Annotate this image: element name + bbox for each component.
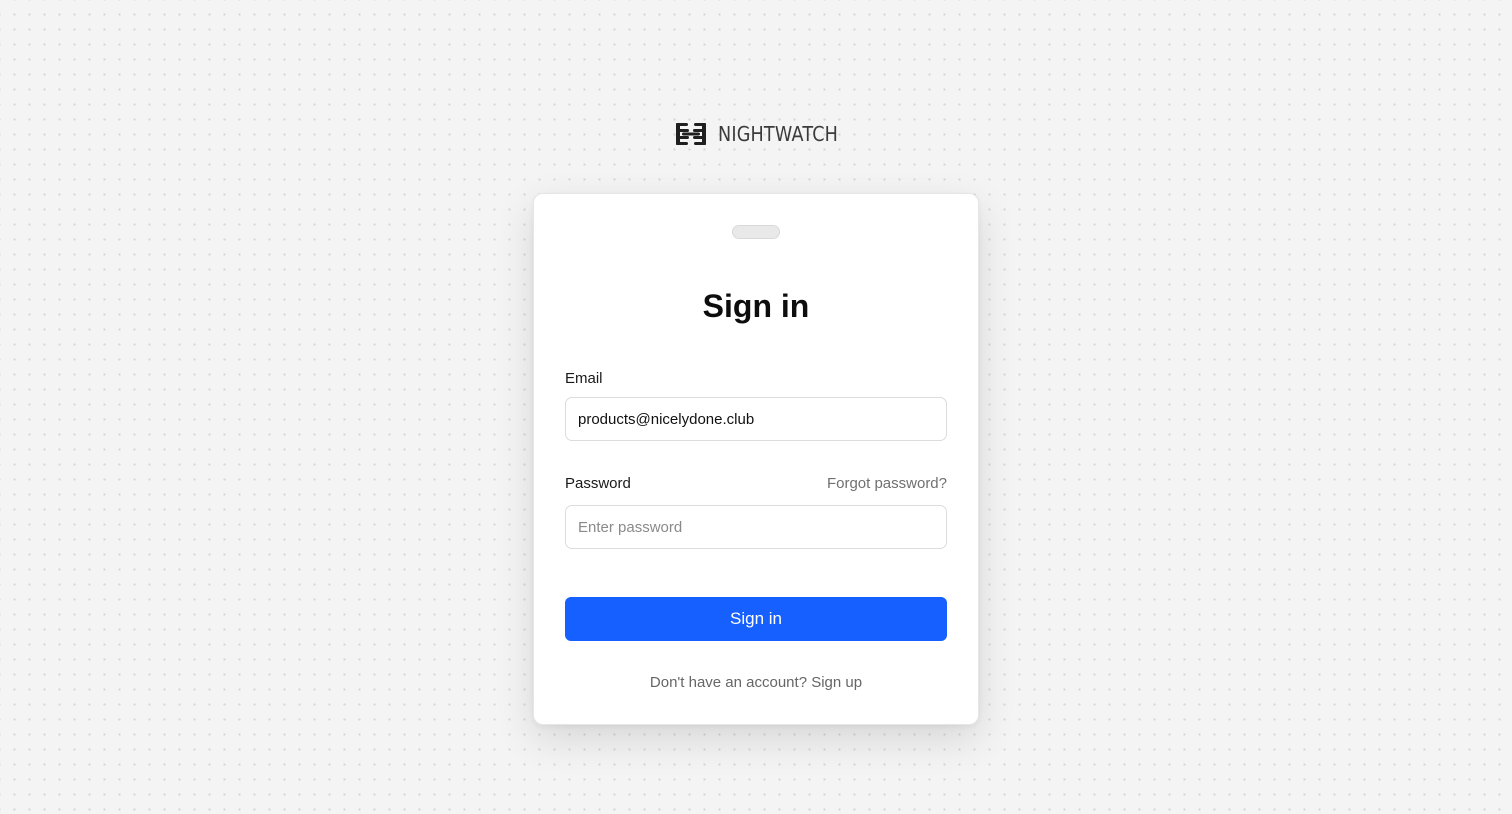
signup-prompt: Don't have an account? Sign up	[534, 673, 978, 693]
email-label: Email	[565, 370, 603, 387]
sign-in-button[interactable]: Sign in	[565, 597, 947, 641]
card-handle	[732, 225, 780, 239]
email-field[interactable]	[565, 397, 947, 441]
brand: NIGHTWATCH	[0, 116, 1512, 152]
nightwatch-logo-icon	[675, 123, 706, 145]
brand-name: NIGHTWATCH	[717, 122, 838, 146]
forgot-password-link[interactable]: Forgot password?	[827, 474, 947, 494]
password-label: Password	[565, 475, 631, 492]
password-field[interactable]	[565, 505, 947, 549]
sign-in-card: Sign in Email Password Forgot password? …	[533, 193, 979, 725]
signup-prompt-text: Don't have an account?	[649, 674, 808, 691]
page-title: Sign in	[702, 288, 810, 324]
sign-up-link[interactable]: Sign up	[811, 674, 862, 691]
